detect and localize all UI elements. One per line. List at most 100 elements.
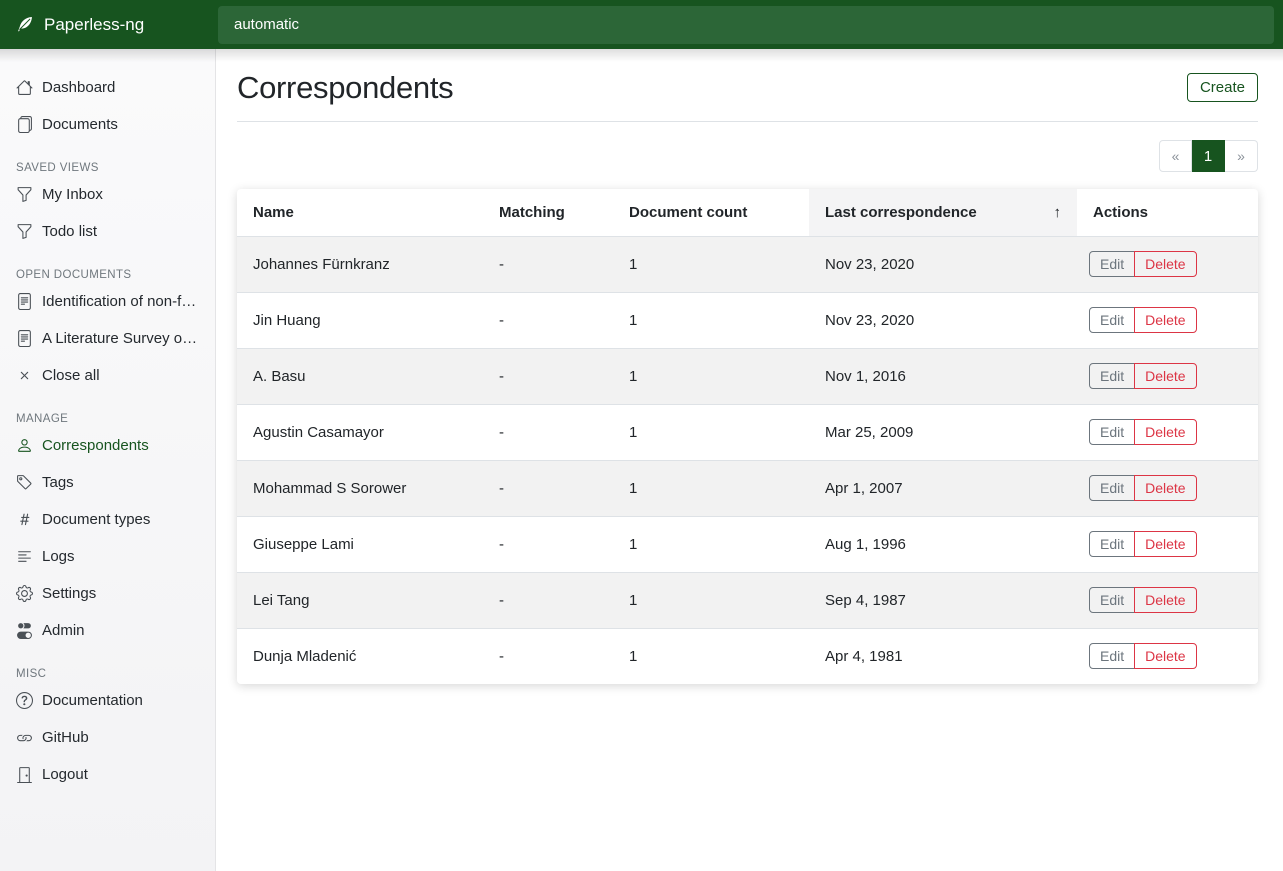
delete-button[interactable]: Delete [1134,251,1196,277]
top-navbar: Paperless-ng [0,0,1283,49]
correspondent-name: Jin Huang [237,292,483,348]
sidebar-item-label: My Inbox [42,186,103,203]
document-count: 1 [613,348,809,404]
sidebar-item-label: Settings [42,585,96,602]
column-header-document-count[interactable]: Document count [613,189,809,236]
correspondent-name: Giuseppe Lami [237,516,483,572]
sidebar-section-title: OPEN DOCUMENTS [0,269,215,281]
sidebar-item-label: Tags [42,474,74,491]
table-row: Lei Tang - 1 Sep 4, 1987 Edit Delete [237,572,1258,628]
edit-button[interactable]: Edit [1089,251,1135,277]
sidebar-item-document-types[interactable]: Document types [0,501,215,538]
sidebar-item-documentation[interactable]: Documentation [0,682,215,719]
document-count: 1 [613,516,809,572]
delete-button[interactable]: Delete [1134,363,1196,389]
delete-button[interactable]: Delete [1134,419,1196,445]
last-correspondence: Nov 23, 2020 [809,292,1077,348]
sidebar-item-github[interactable]: GitHub [0,719,215,756]
title-divider [237,121,1258,122]
pagination-next-button[interactable]: » [1225,140,1258,172]
document-count: 1 [613,236,809,292]
edit-button[interactable]: Edit [1089,531,1135,557]
logs-icon [16,548,33,565]
sidebar-item-label: Todo list [42,223,97,240]
edit-button[interactable]: Edit [1089,587,1135,613]
column-header-matching[interactable]: Matching [483,189,613,236]
sidebar-item-logout[interactable]: Logout [0,756,215,793]
feather-icon [15,15,34,34]
delete-button[interactable]: Delete [1134,531,1196,557]
row-actions: Edit Delete [1089,307,1197,333]
row-actions: Edit Delete [1089,363,1197,389]
table-row: Jin Huang - 1 Nov 23, 2020 Edit Delete [237,292,1258,348]
sidebar-item-documents[interactable]: Documents [0,106,215,143]
app-brand[interactable]: Paperless-ng [0,0,216,49]
document-count: 1 [613,292,809,348]
row-actions: Edit Delete [1089,587,1197,613]
correspondent-name: Lei Tang [237,572,483,628]
table-header-row: Name Matching Document count Last corres… [237,189,1258,236]
last-correspondence: Aug 1, 1996 [809,516,1077,572]
matching-value: - [483,292,613,348]
last-correspondence: Nov 23, 2020 [809,236,1077,292]
correspondents-table: Name Matching Document count Last corres… [237,189,1258,684]
edit-button[interactable]: Edit [1089,643,1135,669]
sidebar-item-label: Identification of non-fu... [42,293,199,310]
table-row: Giuseppe Lami - 1 Aug 1, 1996 Edit Delet… [237,516,1258,572]
sidebar-item-dashboard[interactable]: Dashboard [0,69,215,106]
table-row: Agustin Casamayor - 1 Mar 25, 2009 Edit … [237,404,1258,460]
sidebar-item-logs[interactable]: Logs [0,538,215,575]
delete-button[interactable]: Delete [1134,587,1196,613]
matching-value: - [483,404,613,460]
delete-button[interactable]: Delete [1134,475,1196,501]
last-correspondence: Mar 25, 2009 [809,404,1077,460]
last-correspondence: Apr 1, 2007 [809,460,1077,516]
correspondent-name: Johannes Fürnkranz [237,236,483,292]
filter-icon [16,223,33,240]
sidebar-item-my-inbox[interactable]: My Inbox [0,176,215,213]
delete-button[interactable]: Delete [1134,643,1196,669]
hash-icon [16,511,33,528]
global-search-input[interactable] [218,6,1274,44]
column-header-name[interactable]: Name [237,189,483,236]
sidebar-item-label: Logs [42,548,75,565]
pagination-prev-button[interactable]: « [1159,140,1192,172]
file-text-icon [16,330,33,347]
close-icon [16,367,33,384]
column-header-last-correspondence[interactable]: Last correspondence ↑ [809,189,1077,236]
last-correspondence: Sep 4, 1987 [809,572,1077,628]
sidebar-item-label: Logout [42,766,88,783]
matching-value: - [483,236,613,292]
edit-button[interactable]: Edit [1089,419,1135,445]
question-circle-icon [16,692,33,709]
filter-icon [16,186,33,203]
sidebar-item-label: Correspondents [42,437,149,454]
column-header-label: Last correspondence [825,204,977,221]
sidebar-item-label: Documents [42,116,118,133]
sidebar-item-admin[interactable]: Admin [0,612,215,649]
sidebar-item-tags[interactable]: Tags [0,464,215,501]
row-actions: Edit Delete [1089,251,1197,277]
sidebar-item-label: Documentation [42,692,143,709]
delete-button[interactable]: Delete [1134,307,1196,333]
create-button[interactable]: Create [1187,73,1258,102]
row-actions: Edit Delete [1089,531,1197,557]
sidebar-item-a-literature-survey-on[interactable]: A Literature Survey on ... [0,320,215,357]
sidebar-item-todo-list[interactable]: Todo list [0,213,215,250]
pagination-page-1-button[interactable]: 1 [1192,140,1225,172]
sort-ascending-icon: ↑ [1054,204,1062,221]
edit-button[interactable]: Edit [1089,307,1135,333]
sidebar-item-correspondents[interactable]: Correspondents [0,427,215,464]
tag-icon [16,474,33,491]
sidebar-item-close-all[interactable]: Close all [0,357,215,394]
matching-value: - [483,348,613,404]
edit-button[interactable]: Edit [1089,363,1135,389]
table-row: Johannes Fürnkranz - 1 Nov 23, 2020 Edit… [237,236,1258,292]
edit-button[interactable]: Edit [1089,475,1135,501]
sidebar-item-settings[interactable]: Settings [0,575,215,612]
correspondents-table-card: Name Matching Document count Last corres… [237,189,1258,684]
last-correspondence: Apr 4, 1981 [809,628,1077,684]
sidebar-item-identification-of-non-fu[interactable]: Identification of non-fu... [0,283,215,320]
row-actions: Edit Delete [1089,475,1197,501]
page-title: Correspondents [237,70,453,106]
